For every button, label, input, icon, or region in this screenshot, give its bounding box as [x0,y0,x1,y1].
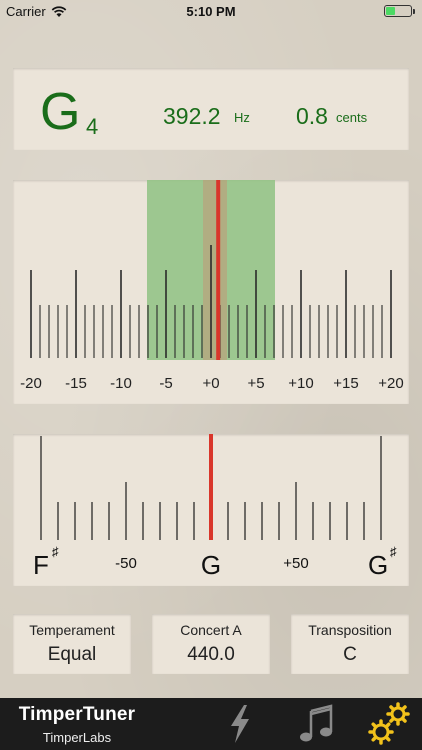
app-name: TimperTuner [18,704,136,725]
cents-meter-scale: -20 -15 -10 -5 +0 +5 +10 +15 +20 [20,180,404,392]
temperament-button[interactable]: Temperament Equal [13,614,131,674]
concert-a-button[interactable]: Concert A 440.0 [152,614,270,674]
note-octave: 4 [86,114,99,139]
music-note-icon [300,704,333,742]
left-accidental: ♯ [52,544,59,559]
concert-a-value: 440.0 [187,644,235,665]
note-letter: G [40,83,81,141]
needle-glow [203,180,227,360]
cents-tick-label: +5 [247,375,264,392]
temperament-label: Temperament [29,622,115,638]
right-offset-label: +50 [283,555,308,572]
note-readout-panel: G 4 392.2 Hz 0.8 cents [13,68,409,150]
pitch-meter-scale: F ♯ -50 G +50 G ♯ [33,434,397,580]
frequency-value: 392.2 [163,103,221,129]
battery-charging-icon [384,5,415,17]
right-accidental: ♯ [390,544,397,559]
cents-tick-label: +10 [288,375,313,392]
temperament-value: Equal [47,644,97,665]
gears-icon [368,702,410,745]
frequency-unit: Hz [234,110,250,125]
concert-a-label: Concert A [180,622,242,638]
brand: TimperTuner TimperLabs [12,704,142,745]
left-offset-label: -50 [115,555,137,572]
cents-tick-label: -15 [65,375,87,392]
cents-needle [216,180,221,360]
cents-meter: -20 -15 -10 -5 +0 +5 +10 +15 +20 [13,180,409,404]
cents-unit: cents [336,110,368,125]
left-note-label: F [33,550,49,580]
lightning-bolt-icon [231,705,249,743]
settings-tab[interactable] [360,698,420,750]
tab-bar: TimperTuner TimperLabs [0,698,422,750]
transposition-value: C [343,644,357,665]
cents-tick-label: +15 [333,375,358,392]
cents-tick-label: +0 [202,375,219,392]
transposition-button[interactable]: Transposition C [291,614,409,674]
center-note-label: G [201,550,221,580]
transposition-label: Transposition [308,622,392,638]
cents-tick-label: -10 [110,375,132,392]
cents-tick-label: -20 [20,375,42,392]
cents-value: 0.8 [296,103,328,129]
company-name: TimperLabs [42,730,112,745]
cents-tick-label: +20 [378,375,403,392]
tuner-tab[interactable] [210,698,270,750]
clock: 5:10 PM [186,4,236,19]
cents-tick-label: -5 [159,375,172,392]
right-note-label: G [368,550,388,580]
status-bar: Carrier 5:10 PM [0,0,422,22]
tone-tab[interactable] [286,698,346,750]
pitch-meter: F ♯ -50 G +50 G ♯ [13,434,409,586]
pitch-needle [209,434,213,540]
